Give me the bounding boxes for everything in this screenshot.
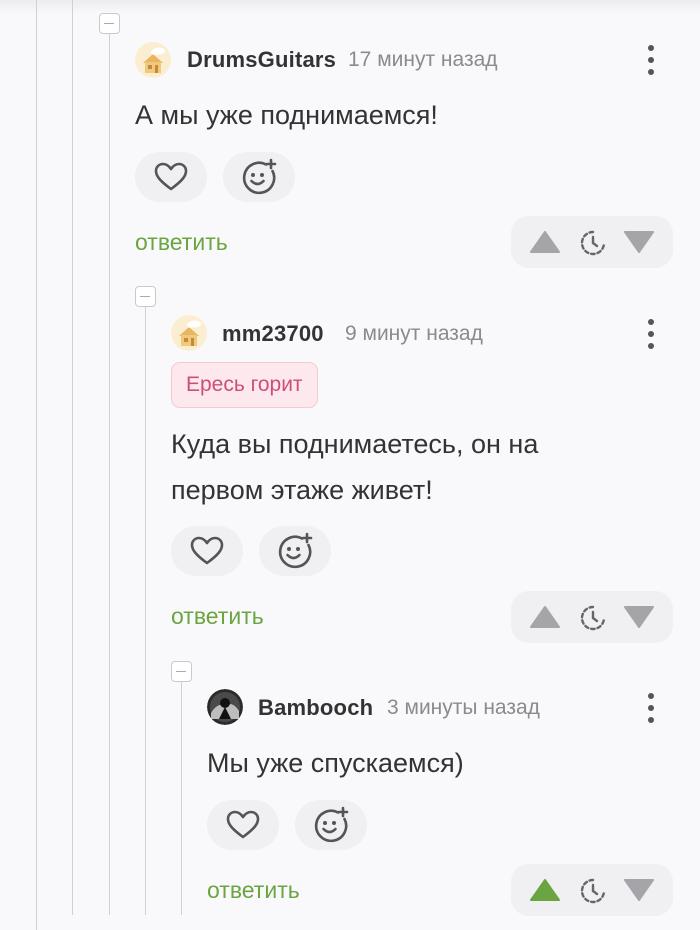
clock-icon[interactable] bbox=[579, 229, 607, 257]
comment-text-line: Куда вы поднимаетесь, он на bbox=[171, 429, 539, 459]
comment-time[interactable]: 17 минут назад bbox=[348, 48, 498, 72]
comment-time[interactable]: 9 минут назад bbox=[345, 322, 483, 346]
vote-panel bbox=[511, 216, 673, 268]
more-options-icon[interactable] bbox=[641, 317, 661, 351]
add-reaction-button[interactable] bbox=[259, 526, 331, 576]
heart-icon bbox=[190, 536, 224, 565]
like-button[interactable] bbox=[135, 152, 207, 202]
comment-text-line: А мы уже поднимаемся! bbox=[135, 100, 438, 130]
vote-up-shape bbox=[530, 606, 560, 628]
comment-text: Мы уже спускаемся) bbox=[207, 740, 464, 786]
heart-icon bbox=[154, 162, 188, 191]
vote-up-icon[interactable] bbox=[529, 230, 561, 254]
comment-thread: DrumsGuitars 17 минут назад А мы уже под… bbox=[0, 0, 700, 930]
smiley-plus-icon bbox=[314, 806, 349, 843]
add-reaction-button[interactable] bbox=[223, 152, 295, 202]
username[interactable]: DrumsGuitars bbox=[187, 47, 336, 73]
collapse-button[interactable] bbox=[171, 661, 192, 682]
avatar[interactable] bbox=[135, 42, 171, 78]
like-button[interactable] bbox=[207, 800, 279, 850]
vote-down-icon[interactable] bbox=[623, 605, 655, 629]
comment-text-line: первом этаже живет! bbox=[171, 475, 433, 505]
vote-up-icon[interactable] bbox=[529, 878, 561, 902]
top-shadow bbox=[0, 0, 700, 14]
vote-panel bbox=[511, 591, 673, 643]
more-options-icon[interactable] bbox=[641, 691, 661, 725]
vote-panel bbox=[511, 864, 673, 916]
reply-link[interactable]: ответить bbox=[171, 603, 264, 630]
collapse-button[interactable] bbox=[135, 286, 156, 307]
collapse-button[interactable] bbox=[99, 13, 120, 34]
thread-line bbox=[36, 0, 37, 930]
clock-icon[interactable] bbox=[579, 877, 607, 905]
comment-time[interactable]: 3 минуты назад bbox=[387, 696, 540, 720]
thread-line[interactable] bbox=[181, 680, 182, 915]
vote-down-icon[interactable] bbox=[623, 878, 655, 902]
vote-up-shape bbox=[530, 879, 560, 901]
username[interactable]: mm23700 bbox=[222, 321, 324, 347]
thread-line bbox=[72, 0, 73, 915]
smiley-plus-icon bbox=[278, 532, 313, 569]
comment-text: А мы уже поднимаемся! bbox=[135, 92, 438, 138]
vote-up-icon[interactable] bbox=[529, 605, 561, 629]
heart-icon bbox=[226, 810, 260, 839]
like-button[interactable] bbox=[171, 526, 243, 576]
house-avatar-icon bbox=[171, 315, 207, 351]
avatar[interactable] bbox=[171, 315, 207, 351]
clock-icon[interactable] bbox=[579, 604, 607, 632]
vote-up-shape bbox=[530, 231, 560, 253]
smiley-plus-icon bbox=[242, 158, 277, 195]
community-tag[interactable]: Ересь горит bbox=[171, 362, 318, 408]
dark-photo-avatar-icon bbox=[207, 689, 243, 725]
thread-line[interactable] bbox=[109, 30, 110, 915]
house-avatar-icon bbox=[135, 42, 171, 78]
username[interactable]: Bambooch bbox=[258, 695, 373, 721]
reply-link[interactable]: ответить bbox=[135, 229, 228, 256]
thread-line[interactable] bbox=[145, 305, 146, 915]
comment-text-line: Мы уже спускаемся) bbox=[207, 748, 464, 778]
vote-down-icon[interactable] bbox=[623, 230, 655, 254]
more-options-icon[interactable] bbox=[641, 43, 661, 77]
add-reaction-button[interactable] bbox=[295, 800, 367, 850]
comment-text: Куда вы поднимаетесь, он на первом этаже… bbox=[171, 421, 538, 513]
reply-link[interactable]: ответить bbox=[207, 877, 300, 904]
avatar[interactable] bbox=[207, 689, 243, 725]
